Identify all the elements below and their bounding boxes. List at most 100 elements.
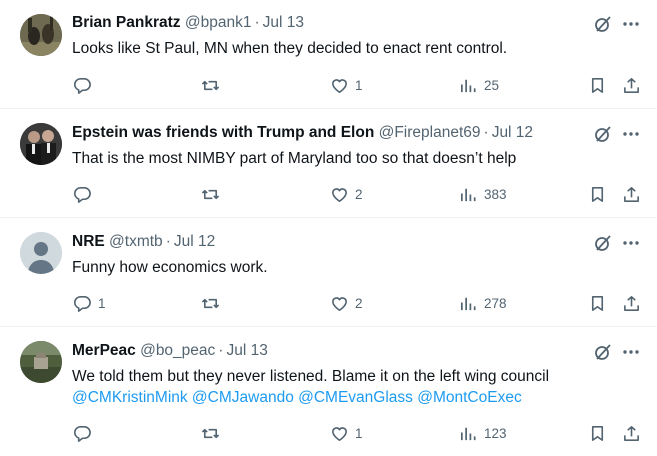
like-icon [332, 187, 347, 202]
reply-button[interactable] [73, 423, 98, 443]
retweet-button[interactable] [201, 75, 220, 95]
bookmark-button[interactable] [588, 184, 607, 204]
tweet-mentions[interactable]: @CMKristinMink @CMJawando @CMEvanGlass @… [72, 387, 632, 408]
user-handle[interactable]: @bpank1 [185, 14, 252, 31]
bookmark-icon [591, 77, 604, 93]
avatar-image [20, 341, 62, 383]
more-icon[interactable] [622, 343, 640, 361]
like-button[interactable]: 1 [330, 75, 363, 95]
tweet-card[interactable]: Epstein was friends with Trump and Elon … [0, 109, 657, 217]
separator-dot: · [483, 124, 489, 141]
tweet-date[interactable]: Jul 12 [174, 233, 215, 250]
display-name[interactable]: Brian Pankratz [72, 14, 181, 31]
bookmark-button[interactable] [588, 293, 607, 313]
reply-icon [73, 186, 91, 203]
avatar-image [20, 123, 62, 165]
avatar[interactable] [20, 341, 62, 383]
share-icon [624, 186, 639, 202]
tweet-card[interactable]: NRE @txmtb · Jul 12 Funny how economics wo… [0, 218, 657, 326]
like-button[interactable]: 1 [330, 423, 363, 443]
like-icon [332, 78, 347, 93]
retweet-icon [201, 80, 220, 90]
share-button[interactable] [622, 75, 641, 95]
views-icon [460, 79, 476, 92]
views-button[interactable]: 278 [459, 293, 507, 313]
reply-icon [73, 425, 91, 442]
reply-icon [73, 295, 91, 312]
tweet-date[interactable]: Jul 13 [263, 14, 304, 31]
action-bar: 1 2 278 [0, 293, 657, 313]
share-icon [624, 77, 639, 93]
retweet-button[interactable] [201, 423, 220, 443]
separator-dot: · [254, 14, 260, 31]
like-button[interactable]: 2 [330, 293, 363, 313]
reply-button[interactable]: 1 [73, 293, 106, 313]
view-count: 25 [484, 77, 500, 93]
tweet-date[interactable]: Jul 12 [492, 124, 533, 141]
tweet-card[interactable]: Brian Pankratz @bpank1 · Jul 13 Looks like… [0, 0, 657, 108]
action-bar: 2 383 [0, 184, 657, 204]
more-icon[interactable] [622, 15, 640, 33]
tweet-text: Funny how economics work. [72, 259, 268, 276]
reply-button[interactable] [73, 75, 98, 95]
tweet-card[interactable]: MerPeac @bo_peac · Jul 13 We told them but… [0, 327, 657, 456]
share-button[interactable] [622, 184, 641, 204]
retweet-icon [201, 189, 220, 199]
bookmark-button[interactable] [588, 75, 607, 95]
like-icon [332, 426, 347, 441]
view-count: 278 [484, 295, 507, 311]
display-name[interactable]: NRE [72, 233, 105, 250]
tweet-text: Looks like St Paul, MN when they decided… [72, 40, 508, 57]
retweet-icon [201, 298, 220, 308]
like-count: 2 [355, 186, 363, 202]
separator-dot: · [165, 233, 171, 250]
tweet-header: Epstein was friends with Trump and Elon … [72, 123, 533, 143]
grok-icon[interactable] [594, 343, 612, 361]
share-icon [624, 295, 639, 311]
bookmark-icon [591, 425, 604, 441]
grok-icon[interactable] [594, 125, 612, 143]
grok-icon[interactable] [594, 234, 612, 252]
avatar-image [20, 14, 62, 56]
display-name[interactable]: Epstein was friends with Trump and Elon [72, 124, 374, 141]
more-icon[interactable] [622, 125, 640, 143]
view-count: 383 [484, 186, 507, 202]
avatar[interactable] [20, 123, 62, 165]
reply-count: 1 [98, 295, 106, 311]
grok-icon[interactable] [594, 15, 612, 33]
share-button[interactable] [622, 293, 641, 313]
user-handle[interactable]: @Fireplanet69 [379, 124, 481, 141]
retweet-icon [201, 428, 220, 438]
reply-feed: Brian Pankratz @bpank1 · Jul 13 Looks like… [0, 0, 657, 456]
reply-icon [73, 77, 91, 94]
like-button[interactable]: 2 [330, 184, 363, 204]
action-bar: 1 123 [0, 423, 657, 443]
share-button[interactable] [622, 423, 641, 443]
user-handle[interactable]: @bo_peac [140, 342, 215, 359]
like-count: 2 [355, 295, 363, 311]
user-handle[interactable]: @txmtb [109, 233, 163, 250]
reply-button[interactable] [73, 184, 98, 204]
like-count: 1 [355, 77, 363, 93]
like-count: 1 [355, 425, 363, 441]
tweet-date[interactable]: Jul 13 [226, 342, 267, 359]
more-icon[interactable] [622, 234, 640, 252]
views-button[interactable]: 123 [459, 423, 507, 443]
separator-dot: · [218, 342, 224, 359]
action-bar: 1 25 [0, 75, 657, 95]
views-button[interactable]: 25 [459, 75, 499, 95]
retweet-button[interactable] [201, 293, 220, 313]
default-avatar-icon [20, 232, 62, 274]
display-name[interactable]: MerPeac [72, 342, 136, 359]
views-icon [460, 297, 476, 310]
tweet-header: Brian Pankratz @bpank1 · Jul 13 [72, 13, 304, 33]
like-icon [332, 296, 347, 311]
bookmark-button[interactable] [588, 423, 607, 443]
tweet-text: We told them but they never listened. Bl… [72, 368, 550, 385]
retweet-button[interactable] [201, 184, 220, 204]
avatar[interactable] [20, 232, 62, 274]
views-icon [460, 188, 476, 201]
tweet-header: MerPeac @bo_peac · Jul 13 [72, 341, 268, 361]
views-button[interactable]: 383 [459, 184, 507, 204]
avatar[interactable] [20, 14, 62, 56]
